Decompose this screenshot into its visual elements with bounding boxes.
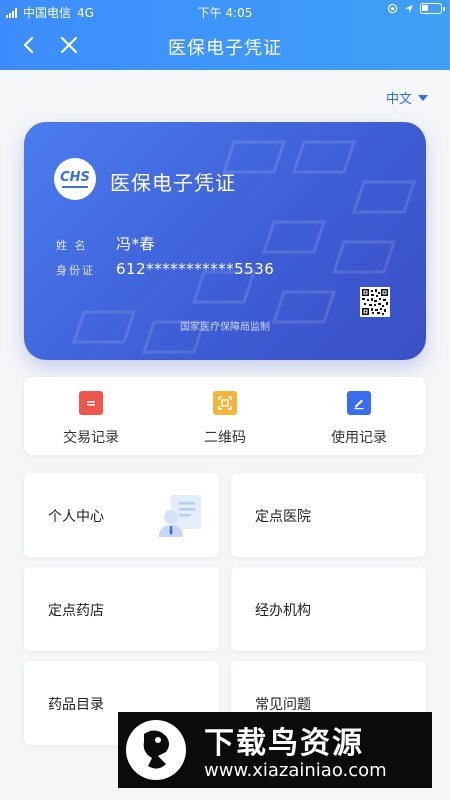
action-label: 交易记录 [63,430,119,446]
tile-designated-hospitals[interactable]: 定点医院 [231,473,426,557]
main-content: 中文 CHS 医保电子凭证 姓 名 冯*春 身份证 612***********… [0,70,450,800]
name-value: 冯*春 [116,235,156,253]
action-row: 交易记录 二维码 使用记录 [24,377,426,455]
qr-code-button[interactable]: 二维码 [158,377,292,455]
card-title: 医保电子凭证 [110,171,236,195]
person-card-icon [159,495,201,537]
tile-label: 定点医院 [255,509,311,525]
insurance-card[interactable]: CHS 医保电子凭证 姓 名 冯*春 身份证 612***********553… [24,122,426,360]
qr-code-icon[interactable] [360,287,390,317]
chs-logo: CHS [54,158,96,200]
action-label: 二维码 [204,430,246,446]
nav-bar: 医保电子凭证 [0,22,450,70]
status-time: 下午 4:05 [197,6,253,20]
tile-label: 常见问题 [255,697,311,713]
name-label: 姓 名 [56,239,88,252]
scan-frame-icon [213,391,237,415]
id-label: 身份证 [56,264,95,277]
battery-icon [420,3,445,14]
tile-label: 定点药店 [48,603,104,619]
chs-logo-text: CHS [60,169,90,185]
tile-designated-pharmacies[interactable]: 定点药店 [24,567,219,651]
action-label: 使用记录 [331,430,387,446]
rotation-lock-icon [387,3,398,14]
top-bar: 中国电信 4G 下午 4:05 医保电子凭证 [0,0,450,70]
language-label: 中文 [385,92,412,107]
watermark-url: www.xiazainiao.com [204,760,387,781]
document-icon [79,391,103,415]
tile-handling-agencies[interactable]: 经办机构 [231,567,426,651]
watermark-title: 下载鸟资源 [204,726,364,761]
page-title: 医保电子凭证 [168,38,282,59]
bird-logo-icon [126,720,186,780]
caret-down-icon [418,94,428,101]
tile-label: 药品目录 [48,697,104,713]
tile-label: 个人中心 [48,509,104,525]
usage-records-button[interactable]: 使用记录 [292,377,426,455]
edit-icon [347,391,371,415]
tile-label: 经办机构 [255,603,311,619]
location-icon [405,4,413,13]
status-bar: 中国电信 4G 下午 4:05 [0,0,450,22]
language-selector[interactable]: 中文 [386,88,428,107]
watermark-banner: 下载鸟资源 www.xiazainiao.com [118,712,432,788]
transaction-records-button[interactable]: 交易记录 [24,377,158,455]
tile-personal-center[interactable]: 个人中心 [24,473,219,557]
id-value: 612***********5536 [116,260,275,278]
card-footer: 国家医疗保障局监制 [180,322,270,333]
